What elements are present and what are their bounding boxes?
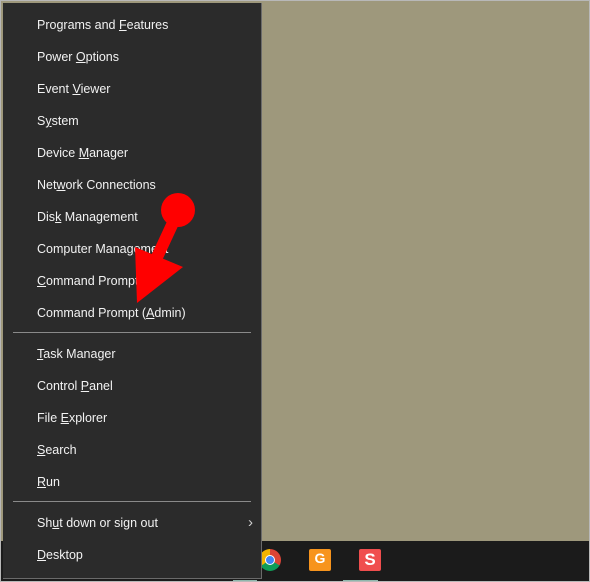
arrow-tail-dot [161, 193, 195, 227]
red-arrow-annotation [135, 193, 195, 303]
